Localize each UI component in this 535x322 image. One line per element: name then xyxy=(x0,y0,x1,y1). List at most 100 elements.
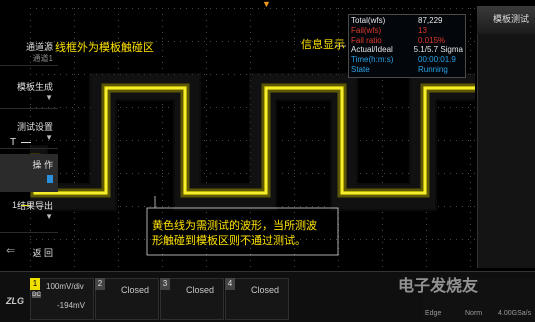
grid-dot xyxy=(162,176,163,177)
grid-dot xyxy=(74,92,75,93)
grid-dot xyxy=(382,248,383,249)
channel4-box[interactable]: 4 Closed xyxy=(225,278,289,320)
grid-dot xyxy=(250,26,251,27)
grid-dot xyxy=(294,194,295,195)
grid-dot xyxy=(294,146,295,147)
grid-dot xyxy=(438,107,439,108)
grid-dot xyxy=(470,254,471,255)
grid-dot xyxy=(54,8,55,9)
grid-dot xyxy=(180,41,181,42)
grid-dot xyxy=(222,107,223,108)
grid-dot xyxy=(78,173,79,174)
oscilloscope-screen: ▼ T 1 线框外为模板触碰区 信息显示 黄色线为需测试的波形，当所测波 形触碰… xyxy=(0,0,535,322)
info-value: 13 xyxy=(418,25,427,35)
grid-dot xyxy=(206,98,207,99)
grid-dot xyxy=(206,152,207,153)
grid-dot xyxy=(468,41,469,42)
grid-dot xyxy=(384,239,385,240)
grid-dot xyxy=(282,8,283,9)
brand-logo: ZLG xyxy=(6,296,24,306)
info-row: State Running xyxy=(351,65,463,75)
grid-dot xyxy=(470,200,471,201)
grid-dot xyxy=(162,104,163,105)
mask-test-info-panel: Total(wfs) 87,229 Fail(wfs) 13 Fail ratio 0.0… xyxy=(348,14,466,78)
grid-dot xyxy=(162,206,163,207)
grid-dot xyxy=(468,239,469,240)
grid-dot xyxy=(414,239,415,240)
grid-dot xyxy=(96,239,97,240)
grid-dot xyxy=(162,56,163,57)
grid-dot xyxy=(474,8,475,9)
menu-item-export-results[interactable]: 结果导出 ▼ xyxy=(0,195,58,233)
menu-item-back[interactable]: ⇐ 返 回 xyxy=(0,238,58,264)
grid-dot xyxy=(348,239,349,240)
grid-dot xyxy=(294,44,295,45)
grid-dot xyxy=(78,239,79,240)
grid-dot xyxy=(156,107,157,108)
grid-dot xyxy=(216,107,217,108)
grid-dot xyxy=(470,230,471,231)
grid-dot xyxy=(294,176,295,177)
grid-dot xyxy=(354,8,355,9)
grid-dot xyxy=(78,74,79,75)
grid-dot xyxy=(382,110,383,111)
grid-dot xyxy=(108,8,109,9)
grid-dot xyxy=(382,122,383,123)
grid-dot xyxy=(246,107,247,108)
grid-dot xyxy=(210,74,211,75)
grid-dot xyxy=(74,26,75,27)
channel2-box[interactable]: 2 Closed xyxy=(95,278,159,320)
grid-dot xyxy=(338,62,339,63)
grid-dot xyxy=(338,260,339,261)
grid-dot xyxy=(162,158,163,159)
grid-dot xyxy=(470,68,471,69)
grid-dot xyxy=(250,260,251,261)
back-arrow-icon: ⇐ xyxy=(6,245,16,257)
info-label: Time(h:m:s) xyxy=(351,55,394,65)
channel1-box[interactable]: 1 100mV/div -194mV DC xyxy=(30,278,94,320)
grid-dot xyxy=(470,122,471,123)
grid-dot xyxy=(470,242,471,243)
grid-dot xyxy=(118,20,119,21)
grid-dot xyxy=(206,32,207,33)
grid-dot xyxy=(132,239,133,240)
grid-dot xyxy=(118,32,119,33)
chevron-down-icon: ▼ xyxy=(45,212,53,221)
channel3-box[interactable]: 3 Closed xyxy=(160,278,224,320)
grid-dot xyxy=(66,8,67,9)
grid-dot xyxy=(372,140,373,141)
grid-dot xyxy=(470,152,471,153)
grid-dot xyxy=(470,188,471,189)
grid-dot xyxy=(90,8,91,9)
grid-dot xyxy=(144,8,145,9)
side-menu-title: 模板测试 xyxy=(477,6,535,34)
grid-dot xyxy=(228,8,229,9)
menu-item-test-settings[interactable]: 测试设置 ▼ xyxy=(0,115,58,149)
grid-dot xyxy=(408,107,409,108)
trigger-position-marker[interactable]: ▼ xyxy=(262,0,271,9)
grid-dot xyxy=(258,41,259,42)
menu-item-template-generate[interactable]: 模板生成 ▼ xyxy=(0,75,58,109)
grid-dot xyxy=(470,260,471,261)
grid-dot xyxy=(206,116,207,117)
grid-dot xyxy=(168,107,169,108)
grid-dot xyxy=(294,41,295,42)
grid-dot xyxy=(470,218,471,219)
grid-dot xyxy=(30,266,31,267)
menu-item-operate[interactable]: 操 作 xyxy=(0,154,58,192)
info-label: Fail(wfs) xyxy=(351,25,382,35)
grid-dot xyxy=(456,107,457,108)
grid-dot xyxy=(306,206,307,207)
grid-dot xyxy=(470,212,471,213)
channel4-state: Closed xyxy=(251,285,280,295)
menu-item-source[interactable]: 通道源 通道1 xyxy=(0,36,58,66)
grid-dot xyxy=(294,104,295,105)
grid-dot xyxy=(450,239,451,240)
info-value: 0.015% xyxy=(418,35,446,45)
grid-dot xyxy=(312,140,313,141)
grid-dot xyxy=(246,173,247,174)
grid-dot xyxy=(294,8,295,9)
grid-dot xyxy=(282,41,283,42)
run-state-icon xyxy=(47,175,53,183)
grid-dot xyxy=(60,74,61,75)
